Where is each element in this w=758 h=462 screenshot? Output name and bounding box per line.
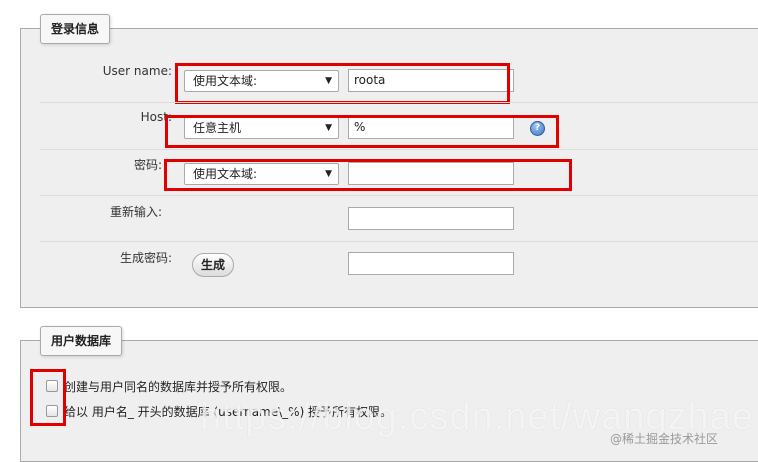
row-divider	[40, 102, 758, 103]
row-divider	[40, 241, 758, 242]
highlight-box-username	[175, 63, 510, 104]
row-divider	[40, 149, 758, 150]
generate-label: 生成密码:	[119, 251, 172, 265]
generated-password-input[interactable]	[348, 252, 514, 275]
generate-password-button[interactable]: 生成	[192, 253, 234, 277]
highlight-box-host	[165, 115, 559, 148]
watermark-credit: @稀土掘金技术社区	[610, 432, 719, 446]
host-label: Host:	[140, 110, 172, 124]
username-label: User name:	[102, 64, 172, 78]
highlight-box-checkboxes	[30, 369, 66, 426]
create-same-name-db-label: 创建与用户同名的数据库并授予所有权限。	[64, 380, 293, 394]
retype-password-input[interactable]	[348, 207, 514, 230]
retype-label: 重新输入:	[109, 205, 162, 219]
login-info-legend: 登录信息	[40, 14, 111, 44]
row-divider	[40, 195, 758, 196]
user-database-legend: 用户数据库	[40, 326, 123, 356]
highlight-box-password	[164, 159, 572, 191]
password-label: 密码:	[133, 158, 162, 172]
